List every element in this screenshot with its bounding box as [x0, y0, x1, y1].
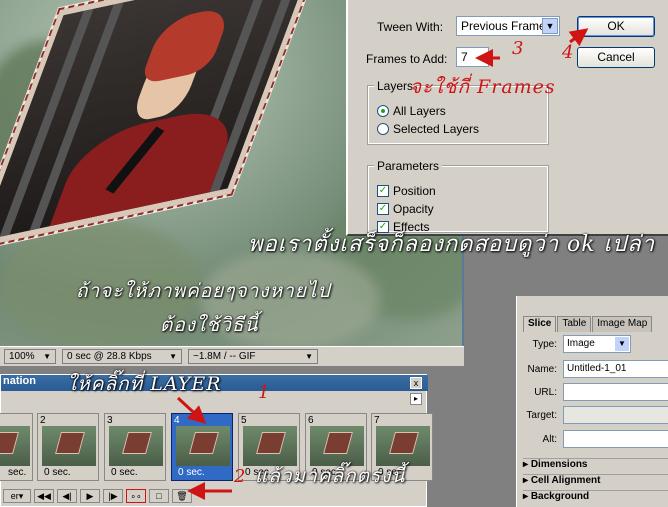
arrow-icon — [176, 28, 589, 500]
photoshop-workspace: ถ้าจะให้ภาพค่อยๆจางหายไป ต้องใช้วิธีนี้ … — [0, 0, 668, 507]
